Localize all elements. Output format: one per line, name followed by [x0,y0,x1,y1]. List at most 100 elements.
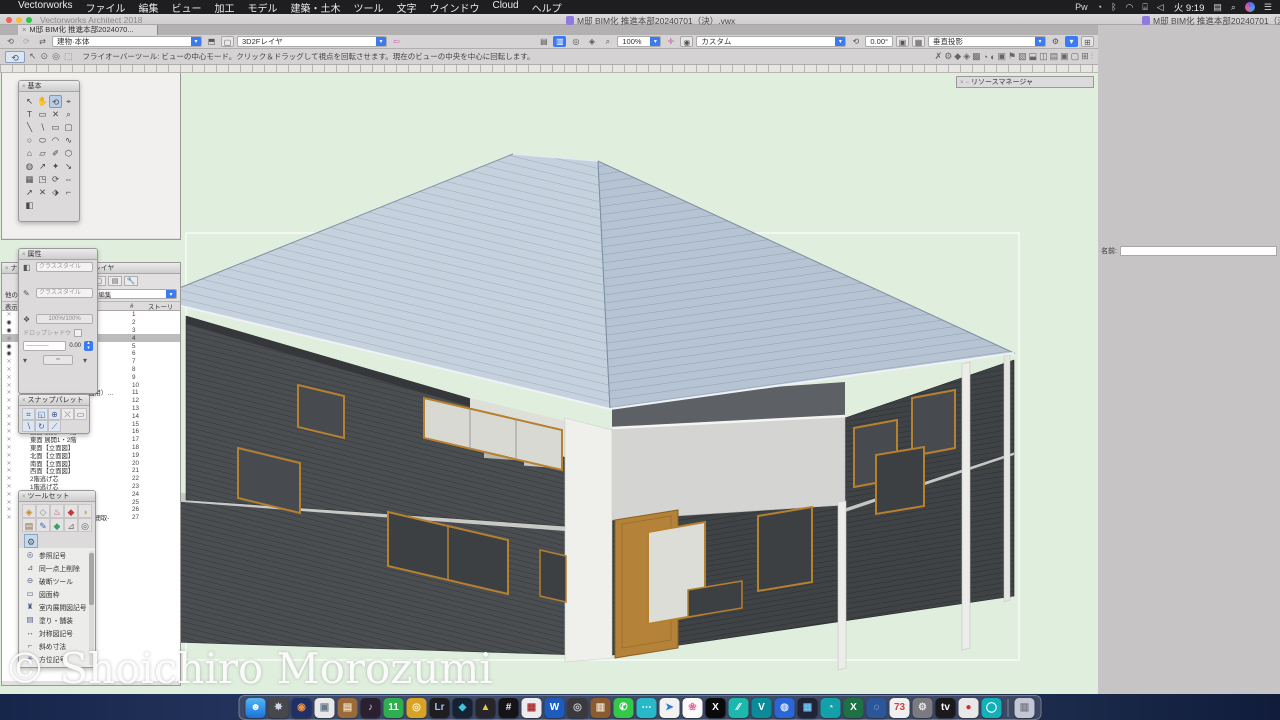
close-icon[interactable]: × [22,398,26,404]
view-option-icon[interactable]: ◆ [954,51,961,62]
menu-item[interactable]: 加工 [214,0,234,15]
status-icon[interactable]: ◁ [1157,2,1164,13]
layer-visibility-icon[interactable]: ✕ [2,514,16,521]
layer-visibility-icon[interactable]: ✕ [2,358,16,365]
layer-visibility-icon[interactable]: ✕ [2,366,16,373]
tool-button[interactable]: ↖ [23,95,36,108]
dock-app-icon[interactable]: ✆ [614,698,634,718]
dock-app-icon[interactable]: ◌ [867,698,887,718]
close-icon[interactable]: × [960,80,964,86]
plan-rotation-value[interactable]: 0.00° [865,36,893,47]
active-layer-dropdown[interactable]: 3D2Fレイヤ▾ [237,36,387,47]
toolset-tool-item[interactable]: ⊖ 破断ツール [19,574,95,587]
trash-icon[interactable]: ▥ [1015,698,1035,718]
status-icon[interactable]: ◠ [1126,2,1134,13]
dock-app-icon[interactable]: ▣ [315,698,335,718]
menu-item[interactable]: Vectorworks [18,0,72,15]
layer-visibility-icon[interactable]: ✕ [2,421,16,428]
view-option-icon[interactable]: ▧ [1018,51,1027,62]
menu-item[interactable]: Cloud [492,0,518,15]
dock-app-icon[interactable]: ⋯ [637,698,657,718]
layer-visibility-icon[interactable]: ✕ [2,428,16,435]
toolset-category-button[interactable]: ◎ [78,518,92,532]
tool-button[interactable]: ✋ [36,95,49,108]
palette-title-bar[interactable]: ×ツールセット [19,491,95,502]
dock-app-icon[interactable]: ◍ [775,698,795,718]
layer-visibility-icon[interactable]: ◉ [2,319,16,326]
tool-button[interactable]: ⌖ [62,95,75,108]
close-icon[interactable]: × [22,252,26,258]
fill-bucket-icon[interactable]: ◧ [23,263,33,272]
dock-app-icon[interactable]: ◎ [568,698,588,718]
view-option-icon[interactable]: ▣ [1060,51,1069,62]
dock-app-icon[interactable]: ✸ [269,698,289,718]
dock-app-icon[interactable]: ♪ [361,698,381,718]
marker-left-button[interactable]: ▾ [23,356,33,365]
layer-visibility-icon[interactable]: ✕ [2,491,16,498]
dock-app-icon[interactable]: ⁄⁄ [729,698,749,718]
menu-item[interactable]: ツール [353,0,383,15]
dock-app-icon[interactable]: 73 [890,698,910,718]
pen-style-dropdown[interactable]: クラススタイル [36,288,93,298]
dock-app-icon[interactable]: ◉ [292,698,312,718]
dock-app-icon[interactable]: ◆ [453,698,473,718]
snap-toggle[interactable]: ⟋ [48,420,61,432]
snap-toggle[interactable]: ↻ [35,420,48,432]
snap-toggle[interactable]: ◱ [35,408,48,420]
view-option-icon[interactable]: ◫ [1039,51,1048,62]
tool-button[interactable]: ◍ [23,160,36,173]
edit-viewport-icon[interactable]: ⇦ [390,36,403,47]
dock-app-icon[interactable]: ➤ [660,698,680,718]
view-option-icon[interactable]: ▣ [998,51,1007,62]
dock-app-icon[interactable]: ▥ [591,698,611,718]
line-preview-button[interactable]: ━ [43,355,73,365]
dock-app-icon[interactable]: ◯ [982,698,1002,718]
tool-button[interactable]: ⬗ [49,186,62,199]
tool-button[interactable]: ▦ [23,173,36,186]
rotate-plan-icon[interactable]: ⟲ [849,36,862,47]
tool-button[interactable]: ◠ [49,134,62,147]
zoom-level-dropdown[interactable]: 100%▾ [617,36,661,47]
toolset-tool-item[interactable]: ↔ 対称図記号 [19,626,95,639]
close-icon[interactable]: × [22,494,26,500]
save-view-icon[interactable]: ▤ [537,36,550,47]
layer-visibility-icon[interactable]: ✕ [2,444,16,451]
tool-button[interactable]: ○ [23,134,36,147]
opacity-icon[interactable]: ❖ [23,315,33,324]
layer-visibility-icon[interactable]: ✕ [2,475,16,482]
menu-item[interactable]: 編集 [138,0,158,15]
tool-button[interactable]: ⌂ [23,147,36,160]
minimize-window-button[interactable] [16,17,22,23]
view-option-icon[interactable]: ▤ [1050,51,1059,62]
snap-toggle[interactable]: ∖ [22,420,35,432]
fit-objects-icon[interactable]: ◎ [569,36,582,47]
layer-visibility-icon[interactable]: ✕ [2,382,16,389]
view-option-icon[interactable]: ✗ [935,51,943,62]
window-split-button[interactable]: ⊞ [1081,36,1094,47]
object-name-input[interactable] [1120,246,1277,256]
toolset-category-button[interactable]: ◇ [36,504,50,518]
dock-app-icon[interactable]: W [545,698,565,718]
toolset-tool-item[interactable]: ⊿ 同一点上削除 ▸ [19,561,95,574]
tab-close-icon[interactable]: × [22,25,26,34]
snap-toggle[interactable]: ⌗ [22,408,35,420]
dock-app-icon[interactable]: ▤ [338,698,358,718]
dock-app-icon[interactable]: 11 [384,698,404,718]
tool-button[interactable]: ⟲ [49,95,62,108]
toolset-category-button[interactable]: ▤ [22,518,36,532]
view-option-icon[interactable]: ▢ [1071,51,1080,62]
tool-button[interactable]: ▭ [49,121,62,134]
tool-button[interactable]: ◳ [36,173,49,186]
toolset-tool-item[interactable]: ◎ 参照記号 [19,548,95,561]
tool-button[interactable]: ✕ [49,108,62,121]
toolset-tool-item[interactable]: ▤ 塗り・舗装 [19,613,95,626]
view-option-icon[interactable]: ◔ [983,52,988,62]
layer-visibility-icon[interactable]: ✕ [2,389,16,396]
close-window-button[interactable] [6,17,12,23]
tool-button[interactable]: ✕ [36,186,49,199]
menu-clock[interactable]: 火 9:19 [1174,0,1205,14]
close-icon[interactable]: × [5,266,9,272]
menu-item[interactable]: 文字 [396,0,416,15]
snap-toggle[interactable]: ⊕ [48,408,61,420]
tool-button[interactable]: ▭ [36,108,49,121]
